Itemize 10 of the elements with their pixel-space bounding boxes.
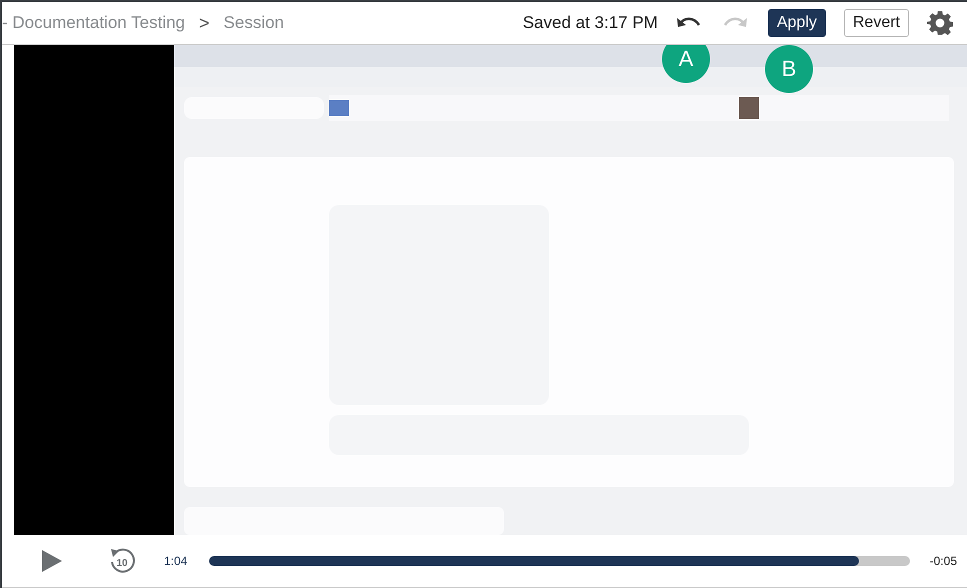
play-icon[interactable] (42, 550, 62, 572)
elapsed-time: 1:04 (164, 554, 188, 568)
breadcrumb-separator: > (199, 12, 210, 34)
breadcrumb-link[interactable]: - Documentation Testing (2, 13, 186, 33)
saved-status: Saved at 3:17 PM (522, 13, 658, 33)
remaining-time: -0:05 (930, 554, 957, 568)
breadcrumb-link[interactable]: Session (224, 13, 284, 33)
settings-icon[interactable] (927, 10, 953, 36)
toolbar-button[interactable]: Apply (768, 9, 826, 37)
toolbar-button[interactable]: Revert (844, 9, 909, 37)
